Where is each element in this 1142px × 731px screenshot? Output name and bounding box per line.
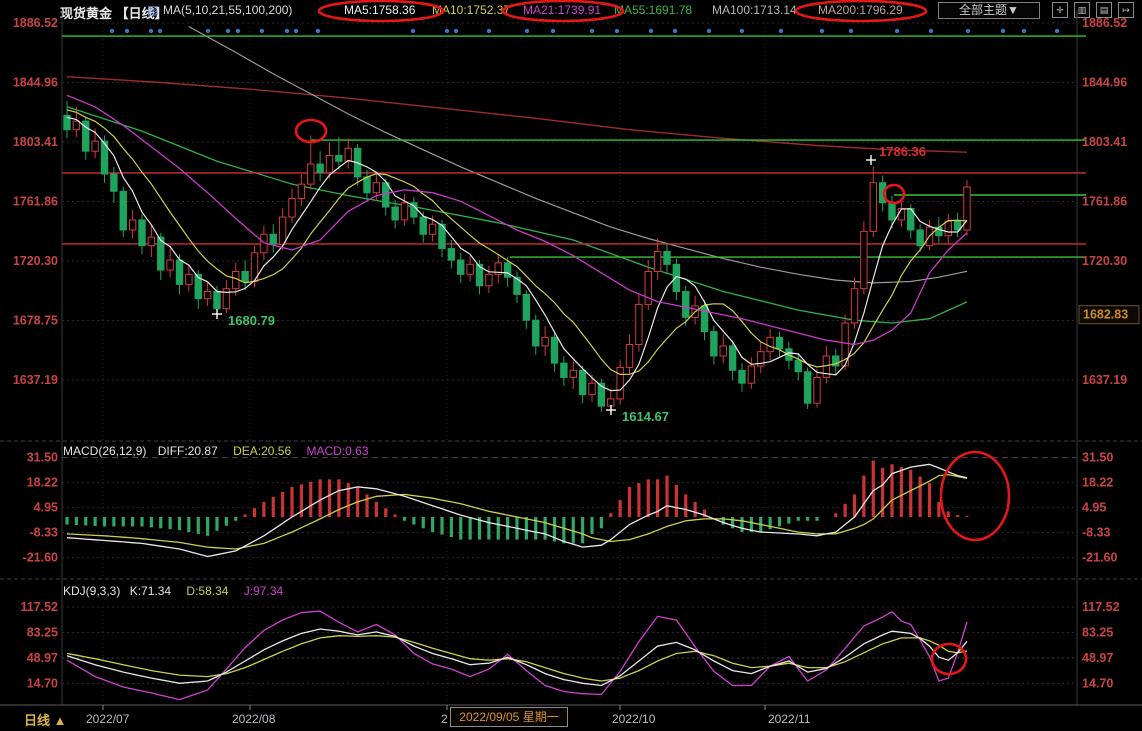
chart-canvas[interactable]: 1886.52 1844.96 1803.41 1761.86 1720.30 1678.… bbox=[0, 0, 1142, 731]
svg-text:-8.33: -8.33 bbox=[30, 526, 59, 540]
svg-text:-8.33: -8.33 bbox=[1082, 526, 1111, 540]
kdj-j-value: J:97.34 bbox=[244, 584, 283, 598]
svg-text:1761.86: 1761.86 bbox=[1082, 195, 1127, 209]
svg-text:4.95: 4.95 bbox=[1082, 501, 1106, 515]
macd-diff-value: DIFF:20.87 bbox=[158, 444, 218, 458]
svg-text:83.25: 83.25 bbox=[1082, 625, 1113, 639]
svg-text:14.70: 14.70 bbox=[27, 676, 58, 690]
svg-text:1803.41: 1803.41 bbox=[13, 135, 58, 149]
svg-text:117.52: 117.52 bbox=[1082, 600, 1120, 614]
svg-text:1803.41: 1803.41 bbox=[1082, 135, 1127, 149]
svg-text:1678.75: 1678.75 bbox=[13, 314, 58, 328]
svg-text:83.25: 83.25 bbox=[27, 625, 58, 639]
period-selector[interactable]: 日线 ▲ bbox=[24, 710, 66, 729]
svg-text:1844.96: 1844.96 bbox=[13, 76, 58, 90]
svg-text:48.97: 48.97 bbox=[27, 651, 58, 665]
svg-text:1786.36: 1786.36 bbox=[879, 144, 926, 159]
svg-text:1614.67: 1614.67 bbox=[622, 409, 669, 424]
x-axis-date-label: 2022/11 bbox=[768, 712, 811, 726]
svg-text:117.52: 117.52 bbox=[20, 600, 58, 614]
svg-text:18.22: 18.22 bbox=[1082, 476, 1113, 490]
macd-header: MACD(26,12,9) DIFF:20.87 DEA:20.56 MACD:… bbox=[63, 444, 369, 458]
macd-value: MACD:0.63 bbox=[306, 444, 368, 458]
svg-text:1720.30: 1720.30 bbox=[13, 254, 58, 268]
macd-title: MACD(26,12,9) bbox=[63, 444, 146, 458]
x-axis-date-label: 2022/08 bbox=[232, 712, 275, 726]
svg-text:1637.19: 1637.19 bbox=[13, 373, 58, 387]
svg-text:18.22: 18.22 bbox=[27, 476, 58, 490]
svg-text:1682.83: 1682.83 bbox=[1083, 308, 1128, 322]
svg-text:14.70: 14.70 bbox=[1082, 676, 1113, 690]
kdj-header: KDJ(9,3,3) K:71.34 D:58.34 J:97.34 bbox=[63, 584, 283, 598]
svg-text:1844.96: 1844.96 bbox=[1082, 76, 1127, 90]
kdj-title: KDJ(9,3,3) bbox=[63, 584, 120, 598]
svg-text:1680.79: 1680.79 bbox=[228, 313, 275, 328]
svg-text:48.97: 48.97 bbox=[1082, 651, 1113, 665]
svg-text:4.95: 4.95 bbox=[34, 501, 58, 515]
svg-text:31.50: 31.50 bbox=[27, 451, 58, 465]
svg-text:-21.60: -21.60 bbox=[1082, 551, 1117, 565]
svg-text:-21.60: -21.60 bbox=[23, 551, 58, 565]
x-axis-date-label: 2 bbox=[441, 712, 448, 726]
svg-text:1720.30: 1720.30 bbox=[1082, 254, 1127, 268]
svg-text:1886.52: 1886.52 bbox=[13, 16, 58, 30]
x-axis-date-label: 2022/07 bbox=[86, 712, 129, 726]
x-axis-date-label: 2022/10 bbox=[612, 712, 655, 726]
svg-text:1637.19: 1637.19 bbox=[1082, 373, 1127, 387]
macd-dea-value: DEA:20.56 bbox=[233, 444, 291, 458]
date-tooltip: 2022/09/05 星期一 bbox=[450, 707, 568, 727]
trading-app-window: 现货黄金 【日线】 ▨ MA(5,10,21,55,100,200) MA5:1… bbox=[0, 0, 1142, 731]
svg-text:1886.52: 1886.52 bbox=[1082, 16, 1127, 30]
kdj-d-value: D:58.34 bbox=[186, 584, 228, 598]
svg-text:1761.86: 1761.86 bbox=[13, 195, 58, 209]
svg-text:31.50: 31.50 bbox=[1082, 451, 1113, 465]
kdj-k-value: K:71.34 bbox=[130, 584, 171, 598]
